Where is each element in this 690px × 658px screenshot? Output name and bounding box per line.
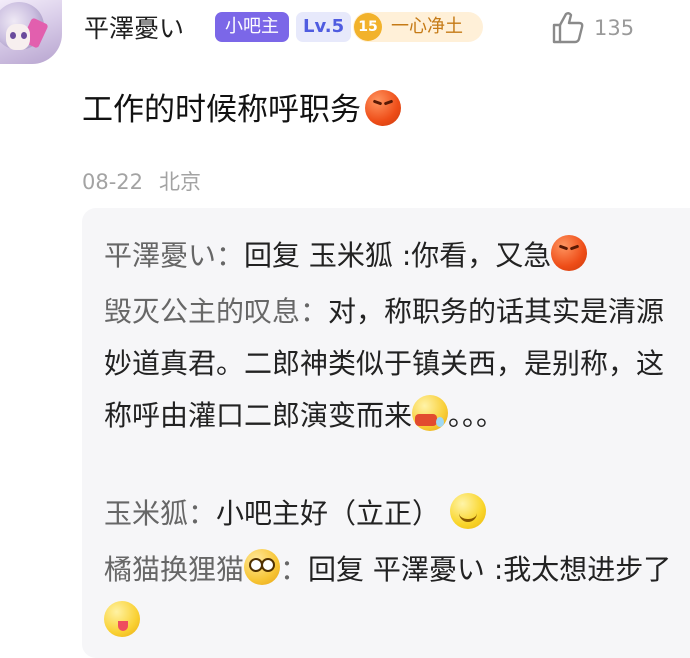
reply-item[interactable]: 玉米狐：小吧主好（立正）: [104, 488, 680, 540]
reply-text: 小吧主好（立正）: [216, 497, 441, 530]
reply-tail: 。。。: [448, 399, 505, 432]
level-badge: Lv.5: [296, 12, 352, 42]
reply-separator: ：: [280, 553, 309, 586]
reply-separator: ：: [216, 239, 245, 272]
fan-title: 一心净土: [391, 16, 463, 37]
comment-text: 工作的时候称呼职务: [82, 84, 401, 129]
reply-separator: ：: [300, 295, 329, 328]
comment-body: 工作的时候称呼职务: [82, 92, 361, 128]
reply-author[interactable]: 平澤憂い: [104, 239, 216, 272]
drool-emoji-icon: [412, 395, 449, 431]
reply-text: 回复 平澤憂い :我太想进步了: [308, 553, 672, 586]
avatar-eye: [10, 32, 16, 39]
comment-meta: 08-22 北京: [82, 166, 201, 196]
avatar-eye: [21, 32, 27, 39]
admin-badge: 小吧主: [215, 12, 289, 42]
reply-item[interactable]: 毁灭公主的叹息：对，称职务的话其实是清源妙道真君。二郎神类似于镇关西，是别称，这…: [104, 286, 680, 442]
reply-text: 回复 玉米狐 :你看，又急: [244, 239, 552, 272]
smile-emoji-icon: [450, 493, 487, 529]
reply-separator: ：: [188, 497, 217, 530]
like-count: 135: [594, 16, 635, 40]
reply-item[interactable]: 平澤憂い：回复 玉米狐 :你看，又急: [104, 230, 680, 282]
comment-date: 08-22: [82, 170, 144, 194]
like-button[interactable]: 135: [550, 10, 680, 46]
flushed-emoji-icon: [244, 549, 281, 585]
reply-author[interactable]: 玉米狐: [104, 497, 188, 530]
reply-author[interactable]: 橘猫换狸猫: [104, 553, 244, 586]
user-avatar[interactable]: [0, 0, 62, 64]
angry-emoji-icon: [551, 235, 588, 271]
post-username[interactable]: 平澤憂い: [84, 9, 184, 45]
comment-location: 北京: [159, 170, 202, 194]
reply-item[interactable]: 橘猫换狸猫 ：回复 平澤憂い :我太想进步了: [104, 544, 680, 648]
yum-emoji-icon: [104, 601, 140, 637]
fan-badge: 15 一心净土: [353, 12, 483, 42]
thumbs-up-icon: [552, 12, 584, 44]
fan-level-number: 15: [354, 13, 382, 41]
angry-emoji-icon: [365, 90, 401, 126]
reply-author[interactable]: 毁灭公主的叹息: [104, 295, 300, 328]
